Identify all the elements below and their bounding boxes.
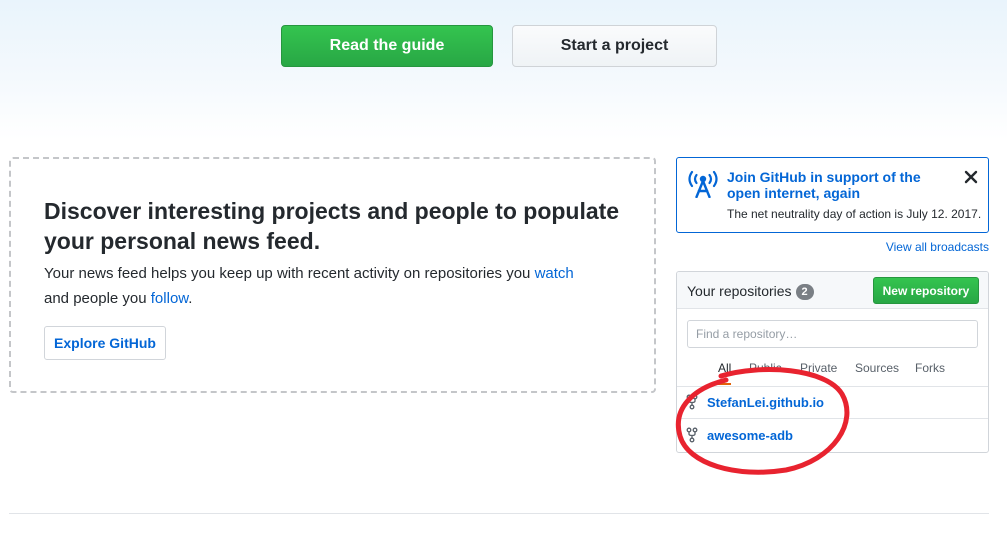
discover-text-part: and people you [44,290,151,307]
tab-all[interactable]: All [718,361,732,385]
new-repository-button[interactable]: New repository [873,277,979,304]
read-guide-button[interactable]: Read the guide [281,25,493,67]
repositories-panel: Your repositories2 New repository All Pu… [676,271,989,453]
discover-text-part: . [188,290,193,307]
repository-list-item[interactable]: awesome-adb [677,419,988,452]
repository-filter-tabs: All Public Private Sources Forks [677,360,988,387]
broadcast-subtitle: The net neutrality day of action is July… [727,207,982,221]
repository-list-item[interactable]: StefanLei.github.io [677,386,988,419]
tab-private[interactable]: Private [800,361,837,383]
page: Read the guide Start a project Discover … [0,0,1007,543]
broadcast-card: Join GitHub in support of the open inter… [676,157,989,233]
view-all-broadcasts-link[interactable]: View all broadcasts [860,240,989,254]
repositories-title-text: Your repositories [687,283,792,299]
find-repository-input[interactable] [687,320,978,348]
tab-forks[interactable]: Forks [915,361,945,383]
repositories-header: Your repositories 2 New repository [677,272,988,309]
repo-forked-icon [686,394,698,410]
repository-name-link[interactable]: StefanLei.github.io [707,395,824,410]
discover-panel: Discover interesting projects and people… [9,157,656,393]
discover-title: Discover interesting projects and people… [44,198,620,254]
repositories-title: Your repositories 2 [687,283,814,300]
repo-forked-icon [686,427,698,443]
tab-sources[interactable]: Sources [855,361,899,383]
discover-text-part: Your news feed helps you keep up with re… [44,265,535,282]
watch-link[interactable]: watch [535,265,574,282]
repositories-count-badge: 2 [795,284,814,300]
start-project-button[interactable]: Start a project [512,25,717,67]
close-icon[interactable] [964,170,978,184]
explore-github-button[interactable]: Explore GitHub [44,326,166,360]
divider [9,513,989,514]
broadcast-icon [688,170,718,198]
repository-name-link[interactable]: awesome-adb [707,428,793,443]
hero-background [0,0,1007,140]
discover-description: Your news feed helps you keep up with re… [44,261,644,311]
follow-link[interactable]: follow [151,290,189,307]
broadcast-title-link[interactable]: Join GitHub in support of the open inter… [727,169,957,201]
tab-public[interactable]: Public [749,361,782,383]
